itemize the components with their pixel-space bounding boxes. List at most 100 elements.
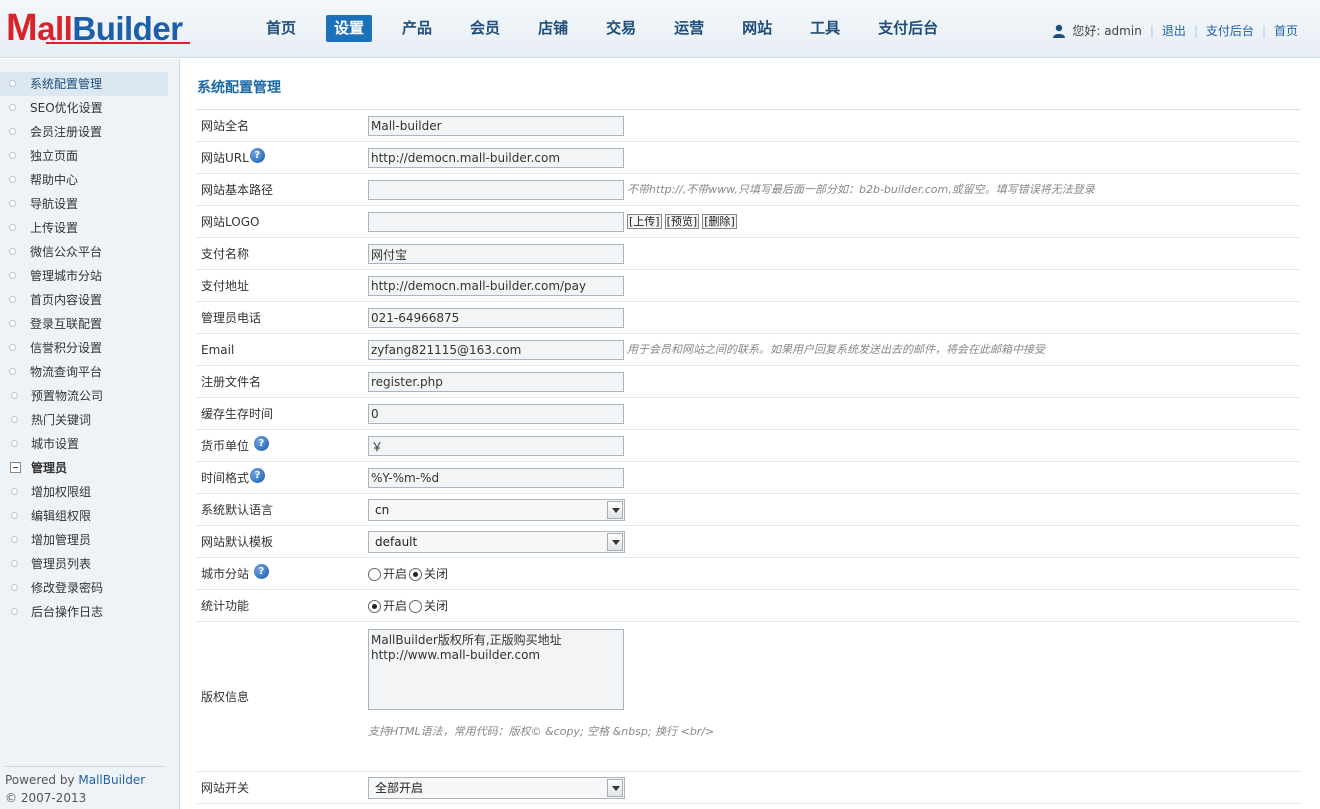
statistics-label: 统计功能 (201, 599, 250, 613)
help-icon[interactable]: ? (250, 468, 266, 483)
row-submit: 提交 (196, 804, 1301, 809)
user-icon (1053, 24, 1066, 38)
site-logo-label: 网站LOGO (201, 215, 260, 229)
sidebar-item-hot-keywords[interactable]: 热门关键词 (0, 408, 168, 432)
city-station-label: 城市分站 ? (201, 558, 269, 590)
bullet-icon (9, 200, 16, 207)
sidebar-item-help-center[interactable]: 帮助中心 (0, 168, 168, 192)
site-name-label: 网站全名 (201, 119, 250, 133)
site-logo-input[interactable] (368, 212, 624, 232)
help-icon[interactable]: ? (253, 564, 269, 579)
row-template: 网站默认模板 default (196, 526, 1301, 558)
help-icon[interactable]: ? (253, 436, 269, 451)
sidebar-item-home-content[interactable]: 首页内容设置 (0, 288, 168, 312)
site-url-label: 网站URL? (201, 142, 265, 174)
bullet-icon (9, 368, 16, 375)
pay-name-input[interactable] (368, 244, 624, 264)
mallbuilder-logo[interactable]: MallBuilder (6, 8, 190, 48)
pay-url-input[interactable] (368, 276, 624, 296)
currency-input[interactable] (368, 436, 624, 456)
statistics-off-radio[interactable] (409, 599, 423, 613)
bullet-icon (9, 128, 16, 135)
time-format-input[interactable] (368, 468, 624, 488)
sidebar-item-credit-points[interactable]: 信誉积分设置 (0, 336, 168, 360)
upload-button[interactable]: [上传] (627, 214, 662, 229)
statistics-on-radio[interactable] (368, 599, 381, 613)
sidebar-item-navigation[interactable]: 导航设置 (0, 192, 168, 216)
top-header: MallBuilder 首页 设置 产品 会员 店铺 交易 运营 网站 工具 支… (0, 0, 1320, 58)
sidebar-item-upload[interactable]: 上传设置 (0, 216, 168, 240)
row-pay-url: 支付地址 (196, 270, 1301, 302)
sidebar-group-admin[interactable]: 管理员 (0, 456, 168, 480)
reg-file-input[interactable] (368, 372, 624, 392)
nav-operations[interactable]: 运营 (666, 15, 712, 42)
main-content: 系统配置管理 网站全名 网站URL? 网站基本路径 不带http://,不带ww… (196, 66, 1301, 809)
nav-tools[interactable]: 工具 (802, 15, 848, 42)
sidebar-item-city-settings[interactable]: 城市设置 (0, 432, 168, 456)
base-path-input[interactable] (368, 180, 624, 200)
pay-url-label: 支付地址 (201, 279, 250, 293)
sidebar-item-add-permission-group[interactable]: 增加权限组 (0, 480, 168, 504)
row-city-station: 城市分站 ? 开启 关闭 (196, 558, 1301, 590)
sidebar-item-seo[interactable]: SEO优化设置 (0, 96, 168, 120)
row-statistics: 统计功能 开启 关闭 (196, 590, 1301, 622)
pay-admin-link[interactable]: 支付后台 (1206, 22, 1254, 39)
logout-link[interactable]: 退出 (1162, 22, 1186, 39)
sidebar: 系统配置管理 SEO优化设置 会员注册设置 独立页面 帮助中心 导航设置 上传设… (0, 59, 180, 809)
cache-time-label: 缓存生存时间 (201, 407, 274, 421)
collapse-icon[interactable] (10, 462, 21, 473)
nav-website[interactable]: 网站 (734, 15, 780, 42)
nav-products[interactable]: 产品 (394, 15, 440, 42)
sidebar-item-edit-group-permission[interactable]: 编辑组权限 (0, 504, 168, 528)
sidebar-item-wechat[interactable]: 微信公众平台 (0, 240, 168, 264)
nav-pay-admin[interactable]: 支付后台 (870, 15, 946, 42)
city-station-on-label: 开启 (383, 567, 408, 581)
base-path-hint: 不带http://,不带www,只填写最后面一部分如：b2b-builder.c… (627, 183, 1095, 196)
site-switch-select[interactable]: 全部开启 (368, 777, 625, 799)
sidebar-item-login-connect[interactable]: 登录互联配置 (0, 312, 168, 336)
nav-members[interactable]: 会员 (462, 15, 508, 42)
sidebar-item-logistics-companies[interactable]: 预置物流公司 (0, 384, 168, 408)
email-input[interactable] (368, 340, 624, 360)
site-name-input[interactable] (368, 116, 624, 136)
sidebar-item-admin-list[interactable]: 管理员列表 (0, 552, 168, 576)
sidebar-item-system-config[interactable]: 系统配置管理 (0, 72, 168, 96)
language-select[interactable]: cn (368, 499, 625, 521)
row-currency: 货币单位 ? (196, 430, 1301, 462)
copyright-textarea[interactable]: MallBuilder版权所有,正版购买地址 http://www.mall-b… (368, 629, 624, 710)
nav-shops[interactable]: 店铺 (530, 15, 576, 42)
admin-phone-input[interactable] (368, 308, 624, 328)
bullet-icon (11, 584, 18, 591)
sidebar-item-add-admin[interactable]: 增加管理员 (0, 528, 168, 552)
nav-trade[interactable]: 交易 (598, 15, 644, 42)
nav-home[interactable]: 首页 (258, 15, 304, 42)
sidebar-item-logistics-query[interactable]: 物流查询平台 (0, 360, 168, 384)
language-label: 系统默认语言 (201, 503, 274, 517)
bullet-icon (11, 488, 18, 495)
city-station-off-radio[interactable] (409, 567, 423, 581)
bullet-icon (11, 440, 18, 447)
separator: | (1149, 23, 1154, 38)
sidebar-item-standalone-pages[interactable]: 独立页面 (0, 144, 168, 168)
sidebar-item-change-password[interactable]: 修改登录密码 (0, 576, 168, 600)
help-icon[interactable]: ? (249, 148, 265, 163)
mallbuilder-link[interactable]: MallBuilder (78, 773, 145, 787)
sidebar-item-city-stations[interactable]: 管理城市分站 (0, 264, 168, 288)
preview-button[interactable]: [预览] (664, 214, 700, 229)
bullet-icon (9, 152, 16, 159)
home-link[interactable]: 首页 (1274, 22, 1298, 39)
cache-time-input[interactable] (368, 404, 624, 424)
delete-button[interactable]: [删除] (702, 214, 737, 229)
sidebar-item-member-register[interactable]: 会员注册设置 (0, 120, 168, 144)
currency-label: 货币单位 ? (201, 430, 269, 462)
nav-settings[interactable]: 设置 (326, 15, 373, 42)
copyright-hint: 支持HTML语法，常用代码：版权© &copy; 空格 &nbsp; 换行 <b… (368, 725, 715, 738)
separator: | (1193, 23, 1198, 38)
template-select[interactable]: default (368, 531, 625, 553)
sidebar-item-operation-log[interactable]: 后台操作日志 (0, 600, 168, 624)
row-site-switch: 网站开关 全部开启 (196, 772, 1301, 804)
city-station-on-radio[interactable] (368, 567, 381, 581)
bullet-icon (9, 104, 16, 111)
bullet-icon (11, 560, 18, 567)
site-url-input[interactable] (368, 148, 624, 168)
